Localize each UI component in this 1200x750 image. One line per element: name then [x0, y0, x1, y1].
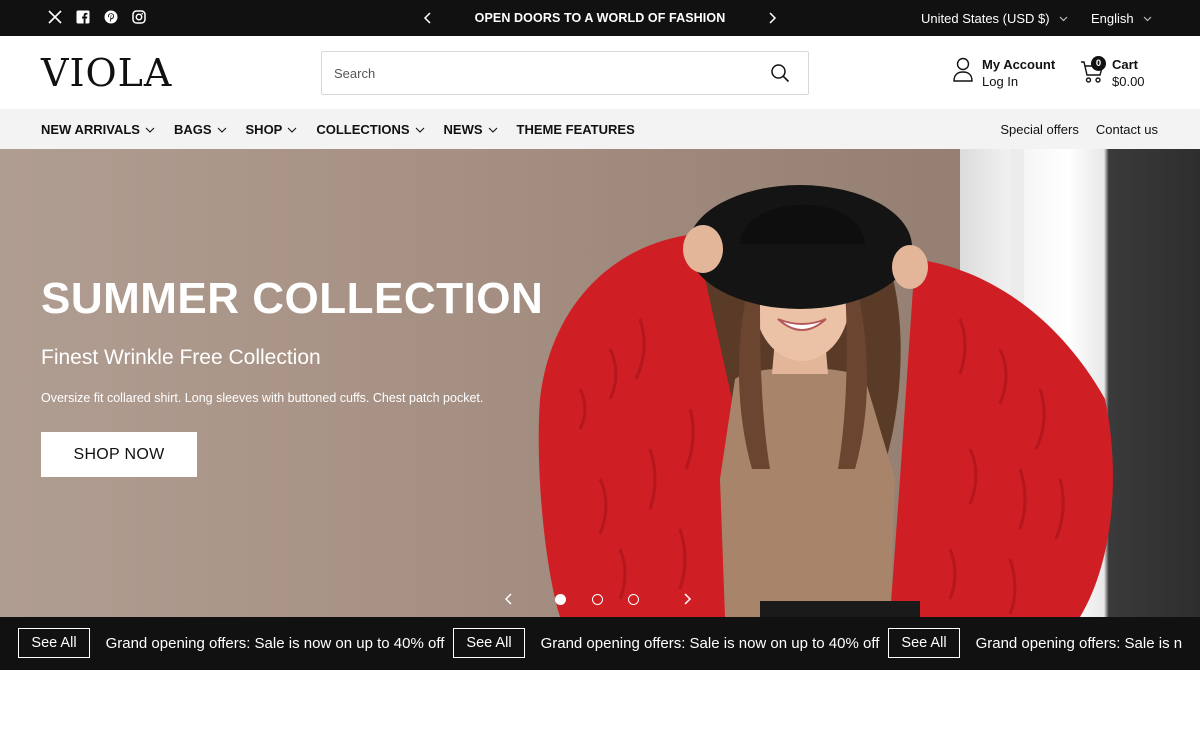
- site-logo[interactable]: VIOLA: [41, 54, 172, 92]
- chevron-down-icon: [488, 127, 497, 133]
- nav-item-new-arrivals[interactable]: NEW ARRIVALS: [41, 122, 155, 137]
- announcement-text: OPEN DOORS TO A WORLD OF FASHION: [474, 11, 726, 25]
- chevron-down-icon: [287, 127, 297, 133]
- chevron-down-icon: [1059, 16, 1068, 21]
- nav-item-label: SHOP: [245, 122, 283, 137]
- login-link[interactable]: Log In: [982, 73, 1055, 90]
- facebook-icon[interactable]: [76, 10, 90, 24]
- slide-prev-icon[interactable]: [502, 591, 516, 607]
- see-all-button[interactable]: See All: [453, 628, 525, 658]
- user-icon: [953, 57, 973, 82]
- x-icon[interactable]: [48, 10, 62, 24]
- cart-link[interactable]: 0 Cart $0.00: [1080, 56, 1145, 90]
- nav-item-label: COLLECTIONS: [316, 122, 410, 137]
- social-links: [48, 10, 146, 24]
- chevron-down-icon: [145, 127, 155, 133]
- marquee-text: Grand opening offers: Sale is n: [975, 634, 1183, 652]
- slide-dot-2[interactable]: [592, 594, 603, 605]
- see-all-button[interactable]: See All: [18, 628, 90, 658]
- nav-item-collections[interactable]: COLLECTIONS: [316, 122, 424, 137]
- shop-now-button[interactable]: SHOP NOW: [41, 432, 197, 477]
- slide-next-icon[interactable]: [680, 591, 694, 607]
- pinterest-icon[interactable]: [104, 10, 118, 24]
- hero-description: Oversize fit collared shirt. Long sleeve…: [41, 391, 484, 405]
- offers-marquee: off See All Grand opening offers: Sale i…: [0, 617, 1200, 670]
- account-link[interactable]: My Account Log In: [952, 56, 1055, 90]
- currency-selector[interactable]: United States (USD $): [921, 11, 1068, 26]
- marquee-text: Grand opening offers: Sale is now on up …: [540, 634, 880, 652]
- nav-item-theme-features[interactable]: THEME FEATURES: [517, 122, 635, 137]
- announcement-bar: OPEN DOORS TO A WORLD OF FASHION United …: [0, 0, 1200, 36]
- currency-label: United States (USD $): [921, 11, 1050, 26]
- language-label: English: [1091, 11, 1134, 26]
- search-box: [321, 51, 809, 95]
- account-title: My Account: [982, 57, 1056, 72]
- nav-item-label: THEME FEATURES: [516, 122, 635, 137]
- hero-subtitle: Finest Wrinkle Free Collection: [41, 346, 321, 369]
- special-offers-link[interactable]: Special offers: [1000, 122, 1079, 137]
- chevron-down-icon: [415, 127, 424, 133]
- announcement-prev-icon[interactable]: [420, 9, 436, 27]
- site-header: VIOLA My Account Log In 0 Cart $0.00: [0, 36, 1200, 109]
- nav-item-label: NEWS: [443, 122, 483, 137]
- slide-dot-3[interactable]: [628, 594, 639, 605]
- nav-item-label: BAGS: [173, 122, 212, 137]
- language-selector[interactable]: English: [1091, 11, 1152, 26]
- contact-us-link[interactable]: Contact us: [1096, 122, 1158, 137]
- nav-item-news[interactable]: NEWS: [444, 122, 498, 137]
- slide-dot-1[interactable]: [555, 594, 566, 605]
- nav-item-bags[interactable]: BAGS: [174, 122, 227, 137]
- marquee-text: Grand opening offers: Sale is now on up …: [105, 634, 445, 652]
- search-icon[interactable]: [770, 63, 790, 83]
- chevron-down-icon: [217, 127, 226, 133]
- cart-title: Cart: [1112, 57, 1139, 72]
- announcement-next-icon[interactable]: [764, 9, 780, 27]
- cart-total: $0.00: [1112, 74, 1145, 89]
- nav-item-label: NEW ARRIVALS: [41, 122, 140, 137]
- nav-item-shop[interactable]: SHOP: [246, 122, 298, 137]
- hero-model-image: [538, 185, 1113, 617]
- cart-count-badge: 0: [1091, 56, 1106, 71]
- main-nav: NEW ARRIVALS BAGS SHOP COLLECTIONS NEWS …: [0, 109, 1200, 149]
- cart-icon-wrap: 0: [1080, 56, 1106, 83]
- hero-slideshow: SUMMER COLLECTION Finest Wrinkle Free Co…: [0, 149, 1200, 617]
- instagram-icon[interactable]: [132, 10, 146, 24]
- chevron-down-icon: [1143, 16, 1152, 21]
- search-input[interactable]: [334, 52, 754, 94]
- hero-title: SUMMER COLLECTION: [41, 274, 544, 323]
- see-all-button[interactable]: See All: [888, 628, 960, 658]
